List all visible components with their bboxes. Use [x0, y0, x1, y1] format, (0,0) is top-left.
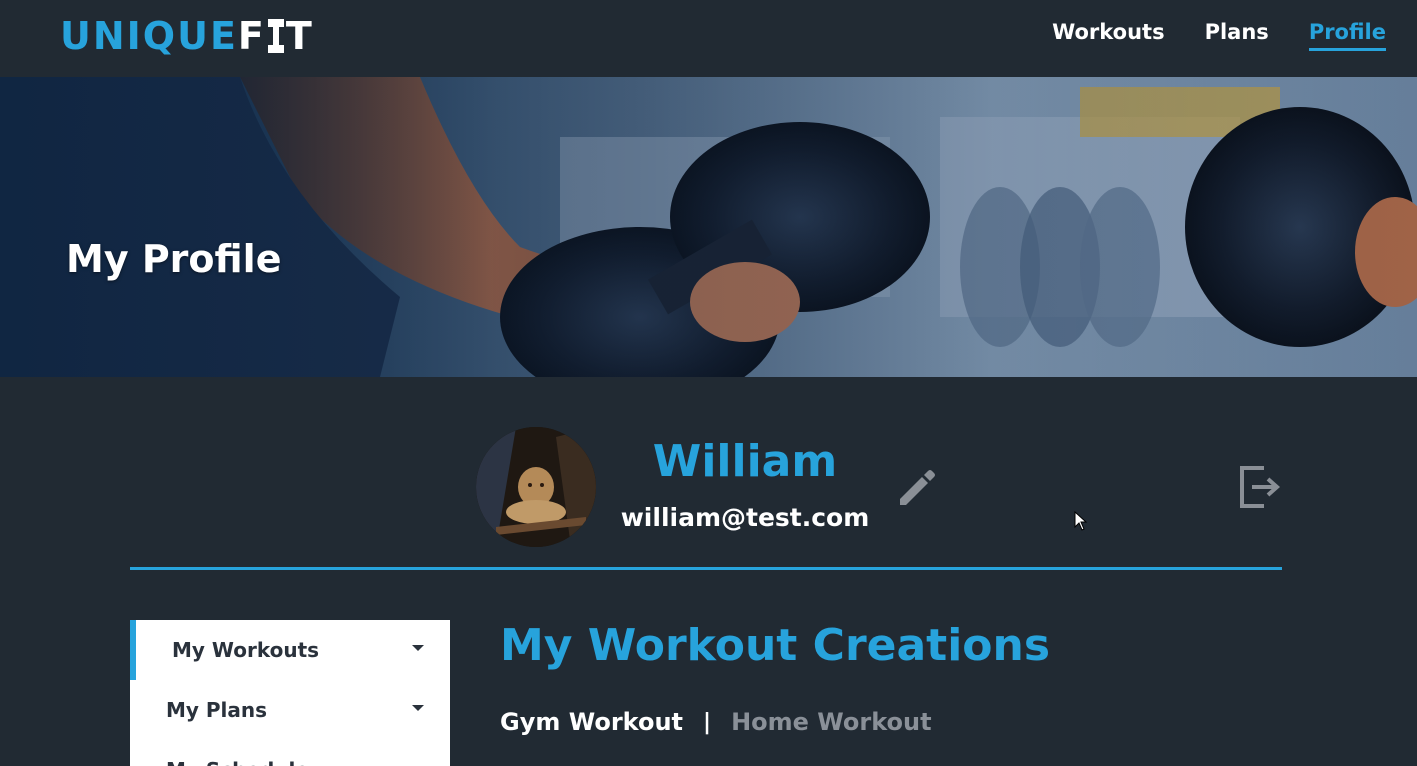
profile-divider	[130, 567, 1282, 570]
navbar: UNIQUE F T Workouts Plans Profile	[0, 0, 1417, 77]
user-email: william@test.com	[620, 503, 870, 532]
logo[interactable]: UNIQUE F T	[60, 12, 314, 60]
mouse-cursor-icon	[1074, 511, 1088, 531]
logo-text-t: T	[285, 14, 314, 58]
section-title: My Workout Creations	[500, 620, 1051, 671]
logo-text-unique: UNIQUE	[60, 14, 238, 58]
page-title: My Profile	[66, 237, 282, 281]
sidebar-item-label: My Workouts	[172, 638, 320, 662]
nav-profile[interactable]: Profile	[1308, 20, 1386, 51]
lion-avatar-image	[476, 427, 596, 547]
sidebar-item-label: My Schedule	[166, 758, 309, 766]
nav-plans[interactable]: Plans	[1205, 20, 1269, 51]
user-name: William	[652, 436, 838, 487]
sidebar-item-my-workouts[interactable]: My Workouts	[130, 620, 450, 680]
logo-text-f: F	[237, 14, 266, 58]
logout-icon	[1240, 466, 1281, 508]
tab-home-workout[interactable]: Home Workout	[731, 708, 932, 736]
pencil-icon	[900, 470, 935, 505]
caret-down-icon	[412, 645, 424, 651]
avatar[interactable]	[476, 427, 596, 547]
caret-down-icon	[412, 705, 424, 711]
tab-separator: |	[703, 709, 712, 735]
nav-workouts[interactable]: Workouts	[1052, 20, 1165, 51]
tab-gym-workout[interactable]: Gym Workout	[500, 708, 683, 736]
hero-dumbbell-image	[0, 77, 1417, 377]
main-nav: Workouts Plans Profile	[1052, 20, 1386, 51]
edit-profile-button[interactable]	[894, 465, 938, 509]
hero-banner: My Profile	[0, 77, 1417, 377]
profile-sidebar: My Workouts My Plans My Schedule	[130, 620, 450, 766]
sidebar-item-my-plans[interactable]: My Plans	[130, 680, 450, 740]
dumbbell-icon	[267, 19, 284, 53]
logout-button[interactable]	[1236, 462, 1284, 510]
sidebar-item-my-schedule[interactable]: My Schedule	[130, 740, 450, 766]
workout-tabs: Gym Workout | Home Workout	[500, 708, 932, 736]
sidebar-item-label: My Plans	[166, 698, 268, 722]
